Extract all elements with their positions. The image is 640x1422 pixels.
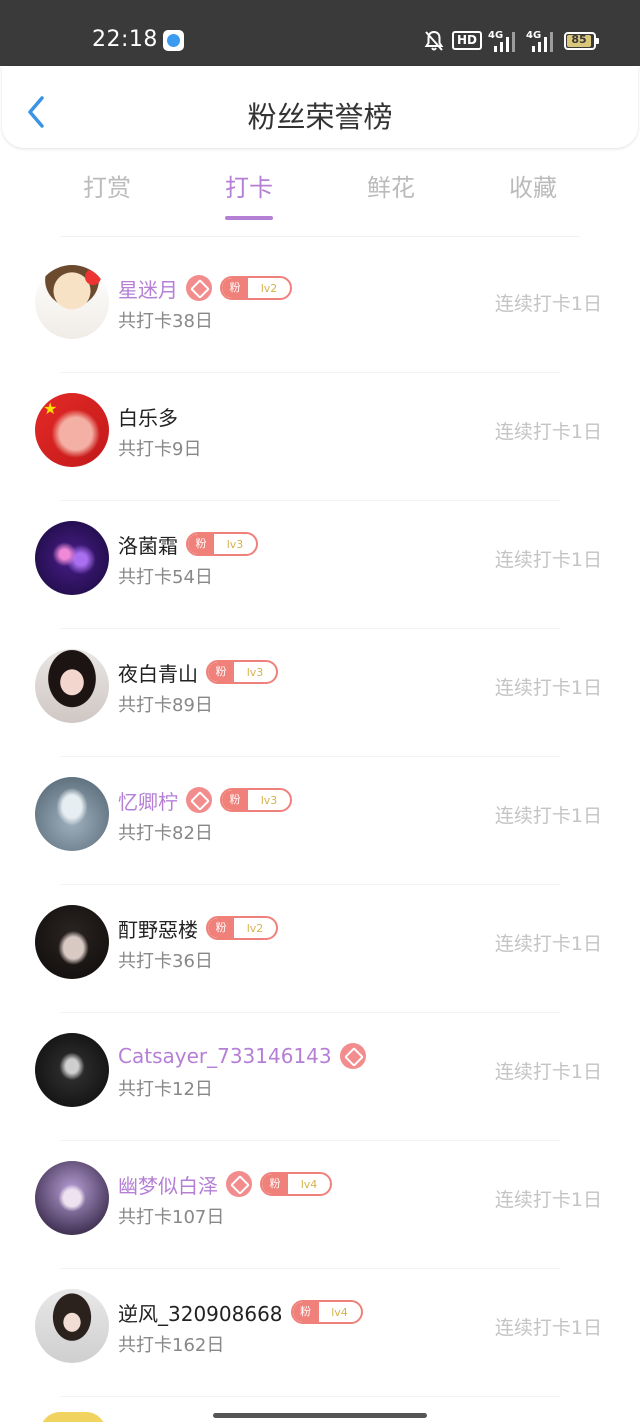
checkin-streak: 连续打卡1日 <box>494 549 602 571</box>
fan-level-badge: 粉 lv4 <box>260 1172 332 1196</box>
checkin-total: 共打卡9日 <box>118 439 202 460</box>
user-name: 逆风_320908668 <box>118 1301 283 1326</box>
signal-icon: 4G <box>526 30 556 52</box>
bell-muted-icon <box>424 30 444 51</box>
checkin-total: 共打卡36日 <box>118 951 213 972</box>
user-name: 忆卿柠 <box>118 789 178 814</box>
list-item[interactable]: 夜白青山 粉 lv3 共打卡89日 连续打卡1日 <box>0 629 640 757</box>
diamond-icon <box>186 787 212 813</box>
home-indicator[interactable] <box>213 1413 427 1418</box>
checkin-streak: 连续打卡1日 <box>494 805 602 827</box>
user-name: 夜白青山 <box>118 661 198 686</box>
battery-icon: 85 <box>564 32 599 50</box>
checkin-total: 共打卡82日 <box>118 823 213 844</box>
fan-level-badge: 粉 lv3 <box>220 788 292 812</box>
user-name: Catsayer_733146143 <box>118 1044 332 1068</box>
page-title: 粉丝荣誉榜 <box>247 100 393 134</box>
list-item[interactable]: 逆风_320908668 粉 lv4 共打卡162日 连续打卡1日 <box>0 1269 640 1397</box>
checkin-total: 共打卡54日 <box>118 567 213 588</box>
checkin-total: 共打卡12日 <box>118 1079 213 1100</box>
fan-level-badge: 粉 lv4 <box>290 1300 363 1324</box>
avatar <box>35 777 109 851</box>
fan-level-badge: 粉 lv2 <box>206 916 278 940</box>
tab-flowers[interactable]: 鲜花 <box>331 168 451 203</box>
tab-bar: 打赏 打卡 鲜花 收藏 <box>0 160 640 220</box>
list-item[interactable]: 星迷月 粉 lv2 共打卡38日 连续打卡1日 <box>0 245 640 373</box>
app-notification-icon <box>163 30 184 51</box>
tab-favorites[interactable]: 收藏 <box>473 168 593 203</box>
user-name: 白乐多 <box>118 405 178 430</box>
fan-level-badge: 粉 lv3 <box>206 660 278 684</box>
checkin-streak: 连续打卡1日 <box>494 293 602 315</box>
avatar <box>35 521 109 595</box>
checkin-total: 共打卡107日 <box>118 1207 225 1228</box>
page-header: 粉丝荣誉榜 <box>2 66 638 148</box>
list-item[interactable]: 酊野惡楼 粉 lv2 共打卡36日 连续打卡1日 <box>0 885 640 1013</box>
list-item[interactable]: ★ 白乐多 共打卡9日 连续打卡1日 <box>0 373 640 501</box>
checkin-total: 共打卡162日 <box>118 1335 225 1356</box>
checkin-streak: 连续打卡1日 <box>494 1061 602 1083</box>
fan-level-badge: 粉 lv2 <box>220 276 292 300</box>
divider <box>60 1396 560 1397</box>
avatar <box>35 1161 109 1235</box>
tab-reward[interactable]: 打赏 <box>47 168 167 203</box>
user-name: 酊野惡楼 <box>118 917 198 942</box>
list-item[interactable]: Catsayer_733146143 共打卡12日 连续打卡1日 <box>0 1013 640 1141</box>
fan-level-badge: 粉 lv3 <box>186 532 258 556</box>
checkin-streak: 连续打卡1日 <box>494 1189 602 1211</box>
list-item[interactable]: 幽梦似白泽 粉 lv4 共打卡107日 连续打卡1日 <box>0 1141 640 1269</box>
avatar <box>35 265 109 339</box>
divider <box>60 236 580 237</box>
diamond-icon <box>339 1043 366 1069</box>
hd-voice-icon: HD <box>452 31 483 50</box>
avatar <box>35 1289 109 1363</box>
signal-icon: 4G <box>488 30 518 52</box>
status-bar: 22:18 HD 4G 4G 85 <box>0 0 640 66</box>
diamond-icon <box>186 275 212 301</box>
checkin-total: 共打卡38日 <box>118 311 213 332</box>
avatar <box>35 905 109 979</box>
avatar: ★ <box>35 393 109 467</box>
checkin-total: 共打卡89日 <box>118 695 213 716</box>
checkin-streak: 连续打卡1日 <box>494 421 602 443</box>
status-time: 22:18 <box>92 27 158 52</box>
user-name: 幽梦似白泽 <box>118 1173 218 1198</box>
list-item[interactable]: 忆卿柠 粉 lv3 共打卡82日 连续打卡1日 <box>0 757 640 885</box>
checkin-streak: 连续打卡1日 <box>494 677 602 699</box>
avatar <box>40 1412 106 1422</box>
user-name: 洛菌霜 <box>118 533 178 558</box>
list-item[interactable]: 洛菌霜 粉 lv3 共打卡54日 连续打卡1日 <box>0 501 640 629</box>
avatar <box>35 1033 109 1107</box>
tab-active-indicator <box>225 216 273 220</box>
checkin-streak: 连续打卡1日 <box>494 933 602 955</box>
diamond-icon <box>226 1171 252 1197</box>
user-name: 星迷月 <box>118 277 178 302</box>
avatar <box>35 649 109 723</box>
checkin-streak: 连续打卡1日 <box>494 1317 602 1339</box>
tab-checkin[interactable]: 打卡 <box>189 168 309 220</box>
